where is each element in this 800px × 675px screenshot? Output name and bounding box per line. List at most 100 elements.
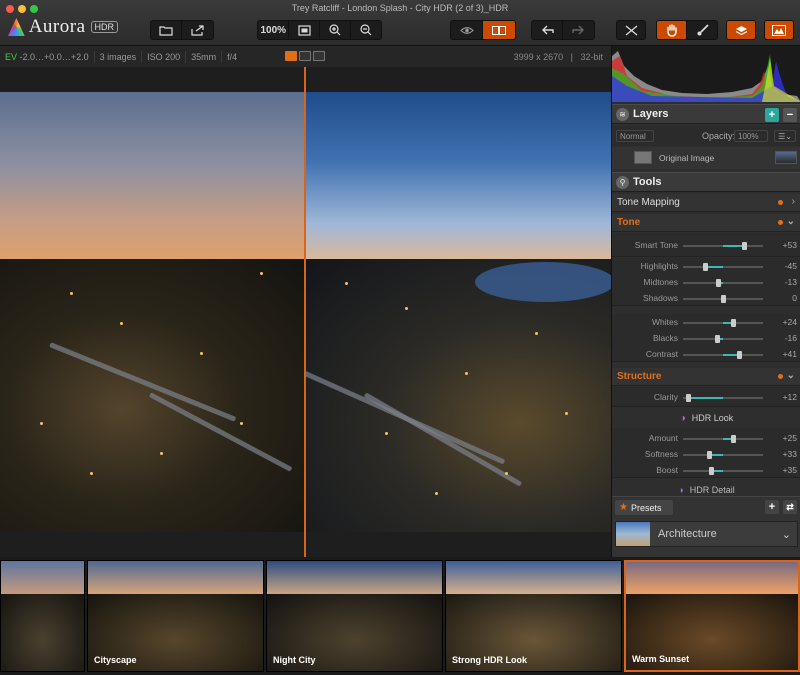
tone-section[interactable]: Tone ⌄ <box>612 214 800 232</box>
slider-knob[interactable] <box>742 242 748 250</box>
histogram-icon <box>772 24 786 36</box>
layer-item[interactable]: Original Image <box>612 147 800 169</box>
eye-icon <box>459 26 474 34</box>
slider-knob[interactable] <box>730 319 736 327</box>
slider-track[interactable] <box>683 435 763 443</box>
slider-track[interactable] <box>683 295 763 303</box>
zoom-out-button[interactable] <box>351 21 381 39</box>
slider-hdr-softness[interactable]: Softness +33 <box>612 446 800 462</box>
slider-track[interactable] <box>683 279 763 287</box>
section-active-dot <box>778 200 783 205</box>
slider-knob[interactable] <box>709 467 714 475</box>
slider-shadows[interactable]: Shadows 0 <box>612 290 800 306</box>
split-divider-handle[interactable] <box>304 67 306 557</box>
histogram-toggle-button[interactable] <box>765 21 793 39</box>
remove-layer-button[interactable]: − <box>783 108 797 122</box>
slider-track[interactable] <box>683 351 763 359</box>
preset-thumbnail-night-city[interactable]: Night City <box>266 560 443 672</box>
fit-screen-button[interactable] <box>289 21 320 39</box>
slider-knob[interactable] <box>715 279 721 287</box>
slider-knob[interactable] <box>707 451 713 459</box>
hdr-look-subheader[interactable]: ◑ HDR Look <box>612 410 800 426</box>
brush-tool-button[interactable] <box>687 21 717 39</box>
tools-header[interactable]: ⚲ Tools <box>612 172 800 192</box>
slider-clarity[interactable]: Clarity +12 <box>612 389 800 405</box>
split-view-button[interactable] <box>483 21 515 39</box>
slider-track[interactable] <box>683 467 763 475</box>
slider-track[interactable] <box>683 263 763 271</box>
blend-mode-select[interactable]: Normal ⌄ <box>616 130 654 152</box>
section-active-dot <box>778 374 783 379</box>
history-button-group <box>531 20 595 40</box>
zoom-button-group: 100% <box>257 20 382 40</box>
crop-tool-button[interactable] <box>617 21 645 39</box>
layers-header[interactable]: ≋ Layers + − <box>612 104 800 124</box>
blend-mode-value: Normal <box>620 132 646 141</box>
redo-button[interactable] <box>563 21 594 39</box>
slider-whites[interactable]: Whites +24 <box>612 314 800 330</box>
share-icon <box>190 24 204 36</box>
open-folder-button[interactable] <box>151 21 182 39</box>
slider-track[interactable] <box>683 451 763 459</box>
presets-panel: ★ Presets + ⇄ Architecture ⌄ <box>612 496 800 557</box>
refresh-presets-button[interactable]: ⇄ <box>783 500 797 514</box>
slider-knob[interactable] <box>685 394 691 402</box>
slider-hdr-amount[interactable]: Amount +25 <box>612 430 800 446</box>
structure-section[interactable]: Structure ⌄ <box>612 368 800 386</box>
star-icon: ★ <box>619 502 628 513</box>
slider-track[interactable] <box>683 319 763 327</box>
tone-mapping-section[interactable]: Tone Mapping › <box>612 194 800 212</box>
tools-section-icon: ⚲ <box>616 175 629 189</box>
hand-brush-button-group <box>656 20 718 40</box>
slider-hdr-boost[interactable]: Boost +35 <box>612 462 800 478</box>
preset-thumbnail[interactable] <box>0 560 85 672</box>
layer-menu-button[interactable]: ☰⌄ <box>774 130 796 142</box>
preset-thumbnail-warm-sunset[interactable]: Warm Sunset <box>624 560 800 672</box>
slider-knob[interactable] <box>737 351 743 359</box>
layers-icon <box>735 25 747 35</box>
preset-thumbnail-strong-hdr-look[interactable]: Strong HDR Look <box>445 560 622 672</box>
slider-knob[interactable] <box>703 263 708 271</box>
tone-mapping-title: Tone Mapping <box>617 197 680 208</box>
whites-group: Whites +24 Blacks -16 Contrast +41 <box>612 314 800 362</box>
side-by-side-mode-button[interactable] <box>299 51 311 61</box>
slider-value: +35 <box>782 465 797 475</box>
slider-smart-tone[interactable]: Smart Tone +53 <box>612 233 800 257</box>
preset-category-label: Architecture <box>658 528 717 540</box>
hand-tool-button[interactable] <box>657 21 688 39</box>
preset-category-select[interactable]: Architecture ⌄ <box>615 521 798 547</box>
slider-knob[interactable] <box>721 295 726 303</box>
slider-knob[interactable] <box>714 335 720 343</box>
opacity-select[interactable]: 100% ⌄ <box>734 130 768 152</box>
slider-blacks[interactable]: Blacks -16 <box>612 330 800 346</box>
zoom-in-button[interactable] <box>320 21 351 39</box>
chevron-down-icon: ⌄ <box>786 216 795 227</box>
slider-track[interactable] <box>683 394 763 402</box>
hand-icon <box>667 23 677 37</box>
share-button[interactable] <box>182 21 213 39</box>
histogram-toggle-group <box>764 20 794 40</box>
undo-button[interactable] <box>532 21 564 39</box>
hdr-detail-subheader[interactable]: ◑ HDR Detail <box>612 484 800 496</box>
add-layer-button[interactable]: + <box>765 108 779 122</box>
layers-toggle-button[interactable] <box>727 21 755 39</box>
preview-toggle-button[interactable] <box>451 21 484 39</box>
slider-track[interactable] <box>683 335 763 343</box>
preset-label: Strong HDR Look <box>452 655 527 665</box>
split-view-mode-button[interactable] <box>285 51 297 61</box>
add-preset-button[interactable]: + <box>765 500 779 514</box>
single-view-mode-button[interactable] <box>313 51 325 61</box>
slider-label: Highlights <box>640 261 678 271</box>
zoom-100-button[interactable]: 100% <box>258 21 290 39</box>
hdr-look-icon: ◑ <box>679 412 686 424</box>
image-canvas[interactable] <box>0 67 611 557</box>
presets-tab[interactable]: ★ Presets <box>615 500 673 515</box>
histogram <box>612 46 800 102</box>
ev-info: EV -2.0…+0.0…+2.0 <box>0 51 95 63</box>
slider-contrast[interactable]: Contrast +41 <box>612 346 800 362</box>
slider-knob[interactable] <box>731 435 736 443</box>
slider-midtones[interactable]: Midtones -13 <box>612 274 800 290</box>
slider-highlights[interactable]: Highlights -45 <box>612 258 800 274</box>
slider-track[interactable] <box>683 242 763 250</box>
preset-thumbnail-cityscape[interactable]: Cityscape <box>87 560 264 672</box>
